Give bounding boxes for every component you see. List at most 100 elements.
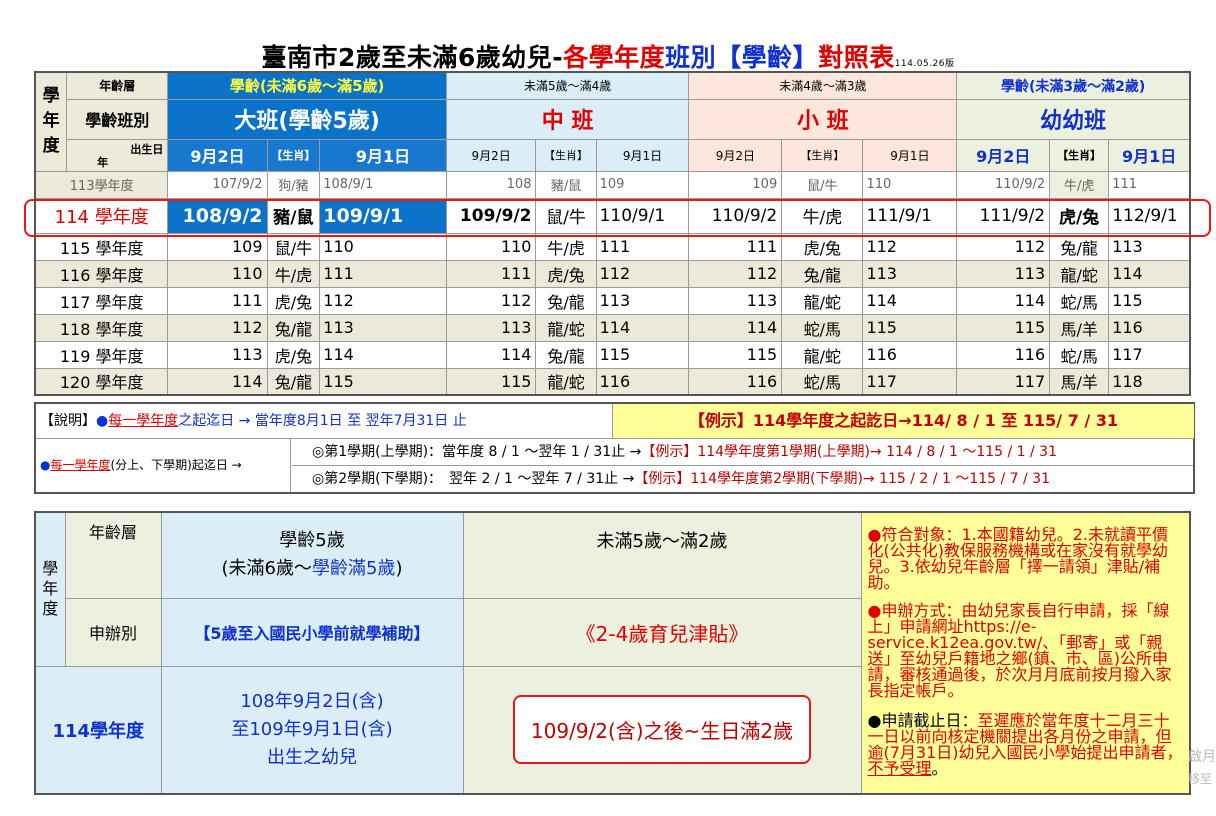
cell: 牛/虎 bbox=[535, 232, 597, 261]
sub-header: 【生肖】 bbox=[535, 138, 597, 172]
sub-header: 【生肖】 bbox=[1049, 138, 1110, 172]
cell: 117 bbox=[862, 367, 958, 396]
sub-header: 9月2日 bbox=[688, 138, 783, 172]
cell: 114 bbox=[956, 286, 1051, 315]
cell: 蛇/馬 bbox=[1049, 340, 1110, 369]
sub-header: 【生肖】 bbox=[266, 138, 321, 172]
table-row: 117 學年度 111 虎/兔 112 112 兔/龍 113 113 龍/蛇 … bbox=[34, 286, 1191, 315]
cell: 虎/兔 bbox=[535, 259, 597, 288]
cell: 110 bbox=[862, 170, 958, 199]
age-group-toddler: 學齡(未滿3歲～滿2歲) bbox=[956, 71, 1191, 100]
cell: 113 bbox=[595, 286, 690, 315]
cell: 龍/蛇 bbox=[535, 367, 597, 396]
cell: 114 bbox=[167, 367, 268, 396]
class-label: 學齡班別 bbox=[66, 98, 169, 140]
cell: 109 bbox=[167, 232, 268, 261]
page-title: 臺南市2歲至未滿6歲幼兒-各學年度班別【學齡】對照表114.05.26版 bbox=[261, 43, 955, 72]
cell: 馬/羊 bbox=[1049, 367, 1110, 396]
cell: 117 bbox=[1108, 340, 1191, 369]
cell: 虎/兔 bbox=[266, 340, 321, 369]
table-row: 119 學年度 113 虎/兔 114 114 兔/龍 115 115 龍/蛇 … bbox=[34, 340, 1191, 369]
class-big: 大班(學齡5歲) bbox=[167, 98, 447, 140]
cell: 虎/兔 bbox=[781, 232, 864, 261]
cell: 114 bbox=[862, 286, 958, 315]
class-middle: 中 班 bbox=[445, 98, 690, 140]
cell: 虎/兔 bbox=[266, 286, 321, 315]
cell: 109 bbox=[595, 170, 690, 199]
cell: 111 bbox=[595, 232, 690, 261]
cell: 108/9/1 bbox=[319, 170, 447, 199]
year-cell: 113學年度 bbox=[34, 170, 169, 199]
notes-line2-left: ●每一學年度(分上、下學期)起迄日 → bbox=[36, 439, 291, 492]
table-row: 113學年度 107/9/2 狗/豬 108/9/1 108 豬/鼠 109 1… bbox=[34, 170, 1191, 199]
cell: 兔/龍 bbox=[266, 313, 321, 342]
sub-header: 9月2日 bbox=[956, 138, 1051, 172]
age-layer-label: 年齡層 bbox=[66, 71, 169, 100]
cell: 蛇/馬 bbox=[1049, 286, 1110, 315]
age24-header: 未滿5歲～滿2歲 bbox=[462, 511, 862, 599]
age5-header: 學齡5歲 (未滿6歲～學齡滿5歲) bbox=[160, 511, 464, 599]
subsidy-table: 學年度 年齡層 學齡5歲 (未滿6歲～學齡滿5歲) 未滿5歲～滿2歲 ●符合對象：… bbox=[34, 511, 1191, 795]
info-deadline: ●申請截止日：至遲應於當年度十二月三十一日以前向核定機關提出各月份之申請，但逾(… bbox=[867, 711, 1183, 778]
cell: 115 bbox=[445, 367, 537, 396]
school-year-corner: 學年度 bbox=[34, 71, 68, 172]
cell: 113 bbox=[445, 313, 537, 342]
sub-header: 9月1日 bbox=[319, 138, 447, 172]
cell: 116 bbox=[688, 367, 783, 396]
cell: 兔/龍 bbox=[535, 286, 597, 315]
cell: 116 bbox=[1108, 313, 1191, 342]
cell: 110/9/2 bbox=[956, 170, 1051, 199]
school-year-114: 114學年度 bbox=[34, 665, 162, 795]
cell: 蛇/馬 bbox=[781, 313, 864, 342]
cell: 115 bbox=[595, 340, 690, 369]
cell: 鼠/牛 bbox=[781, 170, 864, 199]
cell: 117 bbox=[956, 367, 1051, 396]
age-group-kindergarten: 學齡(未滿6歲～滿5歲) bbox=[167, 71, 447, 100]
table-row: 116 學年度 110 牛/虎 111 111 虎/兔 112 112 兔/龍 … bbox=[34, 259, 1191, 288]
cell: 115 bbox=[1108, 286, 1191, 315]
info-eligibility: ●符合對象：1.本國籍幼兒。2.未就讀平價化(公共化)教保服務機構或在家沒有就學… bbox=[867, 525, 1169, 592]
cell: 蛇/馬 bbox=[781, 367, 864, 396]
cell: 兔/龍 bbox=[266, 367, 321, 396]
cell: 110 bbox=[445, 232, 537, 261]
sub-header: 9月1日 bbox=[862, 138, 958, 172]
age-group-middle: 未滿5歲～滿4歲 bbox=[445, 71, 690, 100]
cell: 110 bbox=[167, 259, 268, 288]
cell: 龍/蛇 bbox=[535, 313, 597, 342]
cell: 110 bbox=[319, 232, 447, 261]
cell: 龍/蛇 bbox=[781, 286, 864, 315]
cell: 112 bbox=[595, 259, 690, 288]
cell: 龍/蛇 bbox=[781, 340, 864, 369]
year-cell: 116 學年度 bbox=[34, 259, 169, 288]
cell: 豬/鼠 bbox=[535, 170, 597, 199]
info-application: ●申辦方式：由幼兒家長自行申請，採「線上」申請網址https://e-servi… bbox=[867, 601, 1172, 700]
highlight-114-row bbox=[24, 199, 1211, 237]
year-cell: 118 學年度 bbox=[34, 313, 169, 342]
year-cell: 117 學年度 bbox=[34, 286, 169, 315]
notes-section: 【說明】●每一學年度之起迄日 → 當年度8月1日 至 翌年7月31日 止 【例示… bbox=[34, 402, 1195, 494]
sub-header: 9月1日 bbox=[1108, 138, 1191, 172]
notes-line1: 【說明】●每一學年度之起迄日 → 當年度8月1日 至 翌年7月31日 止 bbox=[36, 404, 612, 439]
range-5yr: 108年9月2日(含) 至109年9月1日(含) 出生之幼兒 bbox=[160, 665, 464, 795]
range-24: 109/9/2(含)之後~生日滿2歲 bbox=[512, 695, 812, 765]
sub-header: 9月1日 bbox=[595, 138, 690, 172]
cell: 114 bbox=[445, 340, 537, 369]
cell: 114 bbox=[1108, 259, 1191, 288]
cell: 馬/羊 bbox=[1049, 313, 1110, 342]
cell: 111 bbox=[167, 286, 268, 315]
cell: 114 bbox=[319, 340, 447, 369]
cell: 兔/龍 bbox=[1049, 232, 1110, 261]
cell: 109 bbox=[688, 170, 783, 199]
cell: 112 bbox=[167, 313, 268, 342]
cell: 111 bbox=[688, 232, 783, 261]
year-cell: 120 學年度 bbox=[34, 367, 169, 396]
birth-year-diagonal-header: 出生日 年 bbox=[66, 138, 169, 172]
apply-24-allowance: 《2-4歲育兒津貼》 bbox=[462, 597, 862, 667]
cell: 115 bbox=[956, 313, 1051, 342]
cell: 113 bbox=[1108, 232, 1191, 261]
cell: 113 bbox=[167, 340, 268, 369]
cell: 龍/蛇 bbox=[1049, 259, 1110, 288]
semester2-row: ◎第2學期(下學期)： 翌年 2 / 1 ～翌年 7 / 31止 →【例示】11… bbox=[312, 471, 1050, 487]
cell: 115 bbox=[319, 367, 447, 396]
cell: 115 bbox=[862, 313, 958, 342]
